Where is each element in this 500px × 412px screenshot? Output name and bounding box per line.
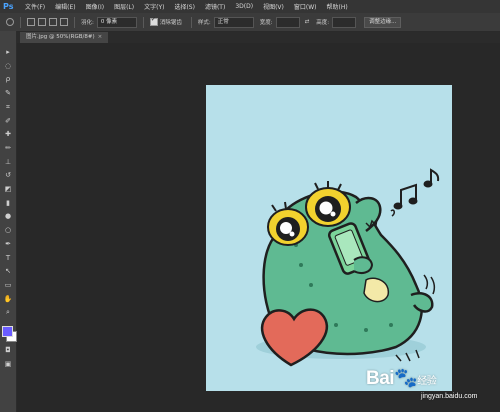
height-label: 高度: bbox=[316, 20, 330, 26]
pen-tool-icon[interactable]: ✒ bbox=[3, 239, 13, 249]
width-label: 宽度: bbox=[259, 20, 273, 26]
style-label: 样式: bbox=[197, 20, 211, 26]
photoshop-logo: Ps bbox=[3, 1, 14, 11]
document-tab-title: 图片.jpg @ 50%(RGB/8#) bbox=[26, 34, 95, 40]
brush-tool-icon[interactable]: ✏ bbox=[3, 143, 13, 153]
close-icon[interactable]: × bbox=[98, 34, 103, 40]
menu-bar: Ps 文件(F) 编辑(E) 图像(I) 图层(L) 文字(Y) 选择(S) 滤… bbox=[0, 0, 500, 13]
style-select[interactable]: 正常 bbox=[213, 16, 254, 28]
history-brush-tool-icon[interactable]: ↺ bbox=[3, 170, 13, 180]
clone-stamp-tool-icon[interactable]: ⊥ bbox=[3, 157, 13, 167]
baidu-watermark: Bai🐾经验 bbox=[366, 366, 437, 390]
options-bar: 羽化: 0 像素 消除锯齿 样式: 正常 宽度: ⇄ 高度: 调整边缘... bbox=[0, 13, 500, 32]
document-canvas[interactable] bbox=[206, 85, 452, 391]
lasso-tool-icon[interactable]: ρ bbox=[3, 74, 13, 84]
eyedropper-tool-icon[interactable]: ✐ bbox=[3, 116, 13, 126]
antialias-label: 消除锯齿 bbox=[159, 20, 182, 26]
feather-input[interactable]: 0 像素 bbox=[96, 16, 137, 28]
path-select-tool-icon[interactable]: ↖ bbox=[3, 266, 13, 276]
antialias-checkbox[interactable] bbox=[149, 16, 158, 26]
crop-tool-icon[interactable]: ⌗ bbox=[3, 102, 13, 112]
hand-tool-icon[interactable]: ✋ bbox=[3, 294, 13, 304]
marquee-tool-icon[interactable]: ◌ bbox=[3, 61, 13, 71]
foreground-color-swatch[interactable] bbox=[2, 326, 13, 337]
options-divider bbox=[190, 16, 192, 28]
menu-window[interactable]: 窗口(W) bbox=[294, 2, 317, 11]
feather-label: 羽化: bbox=[81, 20, 94, 26]
menu-file[interactable]: 文件(F) bbox=[25, 2, 45, 11]
cartoon-illustration bbox=[256, 168, 440, 367]
move-tool-icon[interactable]: ▸ bbox=[3, 47, 13, 57]
menu-view[interactable]: 视图(V) bbox=[263, 2, 284, 11]
options-divider bbox=[74, 16, 75, 28]
document-tab[interactable]: 图片.jpg @ 50%(RGB/8#) × bbox=[20, 32, 109, 43]
options-divider bbox=[20, 16, 21, 28]
subtract-selection-icon[interactable] bbox=[49, 18, 57, 26]
tools-panel: ▸ ◌ ρ ✎ ⌗ ✐ ✚ ✏ ⊥ ↺ ◩ ▮ ● ○ ✒ T ↖ ▭ ✋ ⌕ ◘ ▣ bbox=[0, 31, 17, 412]
watermark-brand: Bai bbox=[366, 368, 395, 389]
document-tab-bar: 图片.jpg @ 50%(RGB/8#) × bbox=[17, 32, 500, 43]
dodge-tool-icon[interactable]: ○ bbox=[3, 225, 13, 235]
shape-tool-icon[interactable]: ▭ bbox=[3, 280, 13, 290]
menu-layer[interactable]: 图层(L) bbox=[114, 2, 134, 11]
menu-type[interactable]: 文字(Y) bbox=[144, 2, 164, 11]
blur-tool-icon[interactable]: ● bbox=[3, 211, 13, 221]
healing-brush-tool-icon[interactable]: ✚ bbox=[3, 129, 13, 139]
screen-mode-icon[interactable]: ▣ bbox=[3, 359, 13, 369]
add-selection-icon[interactable] bbox=[38, 18, 46, 26]
watermark-suffix: 经验 bbox=[417, 376, 437, 387]
baidu-paw-icon: 🐾 bbox=[394, 368, 418, 389]
new-selection-icon[interactable] bbox=[27, 18, 35, 26]
ellipse-marquee-preset-icon[interactable] bbox=[6, 18, 14, 26]
menu-edit[interactable]: 编辑(E) bbox=[55, 2, 75, 11]
menu-filter[interactable]: 滤镜(T) bbox=[205, 2, 225, 11]
watermark-url: jingyan.baidu.com bbox=[421, 393, 478, 400]
zoom-tool-icon[interactable]: ⌕ bbox=[3, 307, 13, 317]
intersect-selection-icon[interactable] bbox=[60, 18, 68, 26]
type-tool-icon[interactable]: T bbox=[3, 253, 13, 263]
menu-help[interactable]: 帮助(H) bbox=[327, 2, 348, 11]
refine-edge-button[interactable]: 调整边缘... bbox=[364, 16, 402, 28]
width-input[interactable] bbox=[275, 16, 300, 28]
quick-mask-icon[interactable]: ◘ bbox=[3, 345, 13, 355]
menu-3d[interactable]: 3D(D) bbox=[235, 3, 253, 10]
swap-icon[interactable]: ⇄ bbox=[305, 19, 310, 25]
gradient-tool-icon[interactable]: ▮ bbox=[3, 198, 13, 208]
options-divider bbox=[142, 16, 144, 28]
menu-image[interactable]: 图像(I) bbox=[86, 2, 104, 11]
quick-select-tool-icon[interactable]: ✎ bbox=[3, 88, 13, 98]
height-input[interactable] bbox=[332, 16, 357, 28]
menu-select[interactable]: 选择(S) bbox=[174, 2, 195, 11]
eraser-tool-icon[interactable]: ◩ bbox=[3, 184, 13, 194]
